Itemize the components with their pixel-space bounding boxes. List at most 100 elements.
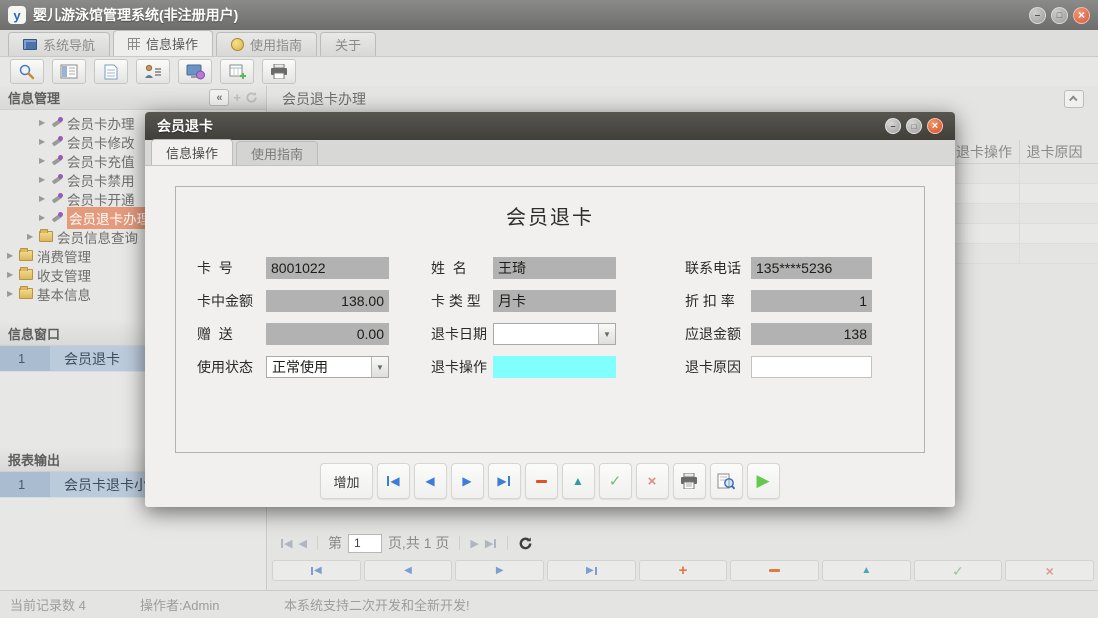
window-maximize-button[interactable] — [1051, 7, 1068, 24]
wand-icon — [51, 193, 63, 205]
execute-button[interactable]: ▶ — [747, 463, 780, 499]
nav-save-button[interactable]: ✓ — [914, 560, 1003, 581]
dialog-title: 会员退卡 — [157, 116, 213, 136]
collapse-panel-button[interactable]: « — [209, 89, 229, 106]
refresh-icon[interactable] — [245, 91, 258, 104]
page-next-button[interactable]: ▶ — [470, 537, 478, 550]
refund-amount-label: 应退金额 — [685, 324, 741, 344]
column-return-reason[interactable]: 退卡原因 — [1019, 140, 1089, 164]
window-minimize-button[interactable] — [1029, 7, 1046, 24]
page-last-button[interactable]: ▶ — [485, 537, 497, 550]
search-button[interactable] — [10, 59, 44, 84]
column-return-operator[interactable]: 退卡操作 — [949, 140, 1019, 164]
add-record-button[interactable]: 增加 — [320, 463, 372, 499]
info-management-header: 信息管理 « + — [0, 86, 266, 110]
nav-first-button[interactable]: ◀ — [272, 560, 361, 581]
table-add-icon — [229, 64, 246, 80]
edit-record-button[interactable]: ▲ — [562, 463, 595, 499]
grid-navigator: ◀ ◀ ▶ ▶ + ▲ ✓ × — [272, 560, 1094, 581]
discount-label: 折 扣 率 — [685, 291, 735, 311]
refund-amount-field: 138 — [751, 323, 872, 345]
operator-button[interactable] — [136, 59, 170, 84]
cancel-record-button[interactable]: × — [636, 463, 669, 499]
monitor-globe-icon — [186, 64, 205, 80]
return-reason-label: 退卡原因 — [685, 357, 741, 377]
print-preview-button[interactable] — [710, 463, 743, 499]
tab-info-operation[interactable]: 信息操作 — [113, 30, 213, 56]
chevron-up-icon — [1069, 95, 1077, 103]
return-reason-field[interactable] — [751, 356, 872, 378]
document-button[interactable] — [94, 59, 128, 84]
printer-button[interactable] — [262, 59, 296, 84]
wand-icon — [51, 136, 63, 148]
operator-label: 操作者:Admin — [140, 595, 256, 614]
delete-record-button[interactable] — [525, 463, 558, 499]
next-record-button[interactable]: ▶ — [451, 463, 484, 499]
dialog-tabbar: 信息操作 使用指南 — [145, 140, 955, 166]
page-prev-button[interactable]: ◀ — [298, 537, 306, 550]
dialog-maximize-button[interactable] — [906, 118, 922, 134]
return-date-label: 退卡日期 — [431, 324, 487, 344]
wand-icon — [51, 174, 63, 186]
user-list-icon — [144, 64, 162, 80]
app-logo-icon: y — [8, 6, 26, 24]
page-suffix-label: 页,共 1 页 — [388, 533, 449, 553]
window-close-button[interactable] — [1073, 7, 1090, 24]
refresh-icon — [518, 536, 533, 551]
use-status-label: 使用状态 — [197, 357, 253, 377]
tab-about[interactable]: 关于 — [320, 32, 376, 56]
row-index: 1 — [0, 472, 50, 497]
card-no-field: 8001022 — [266, 257, 389, 279]
phone-label: 联系电话 — [685, 258, 741, 278]
first-record-button[interactable]: ◀ — [377, 463, 410, 499]
nav-add-button[interactable]: + — [639, 560, 728, 581]
nav-next-button[interactable]: ▶ — [455, 560, 544, 581]
form-button[interactable] — [52, 59, 86, 84]
discount-field: 1 — [751, 290, 872, 312]
name-label: 姓 名 — [431, 258, 467, 278]
return-date-combobox[interactable]: ▼ — [493, 323, 616, 345]
monitor-button[interactable] — [178, 59, 212, 84]
use-status-value: 正常使用 — [267, 357, 371, 377]
use-status-combobox[interactable]: 正常使用 ▼ — [266, 356, 389, 378]
page-number-input[interactable] — [348, 534, 382, 553]
page-first-button[interactable]: ◀ — [280, 537, 292, 550]
prev-record-button[interactable]: ◀ — [414, 463, 447, 499]
save-record-button[interactable]: ✓ — [599, 463, 632, 499]
page-prefix-label: 第 — [328, 533, 342, 553]
printer-icon — [680, 473, 698, 489]
nav-prev-button[interactable]: ◀ — [364, 560, 453, 581]
dialog-body: 会员退卡 卡 号 8001022 姓 名 王琦 联系电话 135****5236… — [145, 166, 955, 507]
add-icon[interactable]: + — [233, 90, 241, 105]
form-icon — [60, 64, 78, 79]
window-icon — [23, 39, 37, 50]
nav-cancel-button[interactable]: × — [1005, 560, 1094, 581]
tab-user-guide[interactable]: 使用指南 — [216, 32, 317, 56]
last-record-button[interactable]: ▶ — [488, 463, 521, 499]
collapse-up-button[interactable] — [1064, 90, 1084, 108]
main-toolbar — [0, 57, 1098, 86]
nav-last-button[interactable]: ▶ — [547, 560, 636, 581]
dialog-close-button[interactable] — [927, 118, 943, 134]
grid-icon — [128, 38, 140, 50]
nav-delete-button[interactable] — [730, 560, 819, 581]
table-add-button[interactable] — [220, 59, 254, 84]
folder-icon — [19, 288, 33, 299]
tab-label: 使用指南 — [250, 35, 302, 54]
chevron-down-icon[interactable]: ▼ — [371, 357, 388, 377]
print-button[interactable] — [673, 463, 706, 499]
dialog-tab-user-guide[interactable]: 使用指南 — [236, 141, 318, 165]
member-card-return-dialog: 会员退卡 信息操作 使用指南 会员退卡 卡 号 8001022 姓 名 王琦 联… — [145, 112, 955, 507]
tab-system-nav[interactable]: 系统导航 — [8, 32, 110, 56]
folder-icon — [39, 231, 53, 242]
return-operator-field[interactable] — [493, 356, 616, 378]
tab-label: 系统导航 — [43, 35, 95, 54]
grid-refresh-button[interactable] — [518, 536, 533, 551]
card-type-field: 月卡 — [493, 290, 616, 312]
chevron-down-icon[interactable]: ▼ — [598, 324, 615, 344]
nav-edit-button[interactable]: ▲ — [822, 560, 911, 581]
dialog-tab-info-operation[interactable]: 信息操作 — [151, 139, 233, 165]
check-icon: ✓ — [609, 472, 622, 490]
gift-label: 赠 送 — [197, 324, 233, 344]
dialog-minimize-button[interactable] — [885, 118, 901, 134]
